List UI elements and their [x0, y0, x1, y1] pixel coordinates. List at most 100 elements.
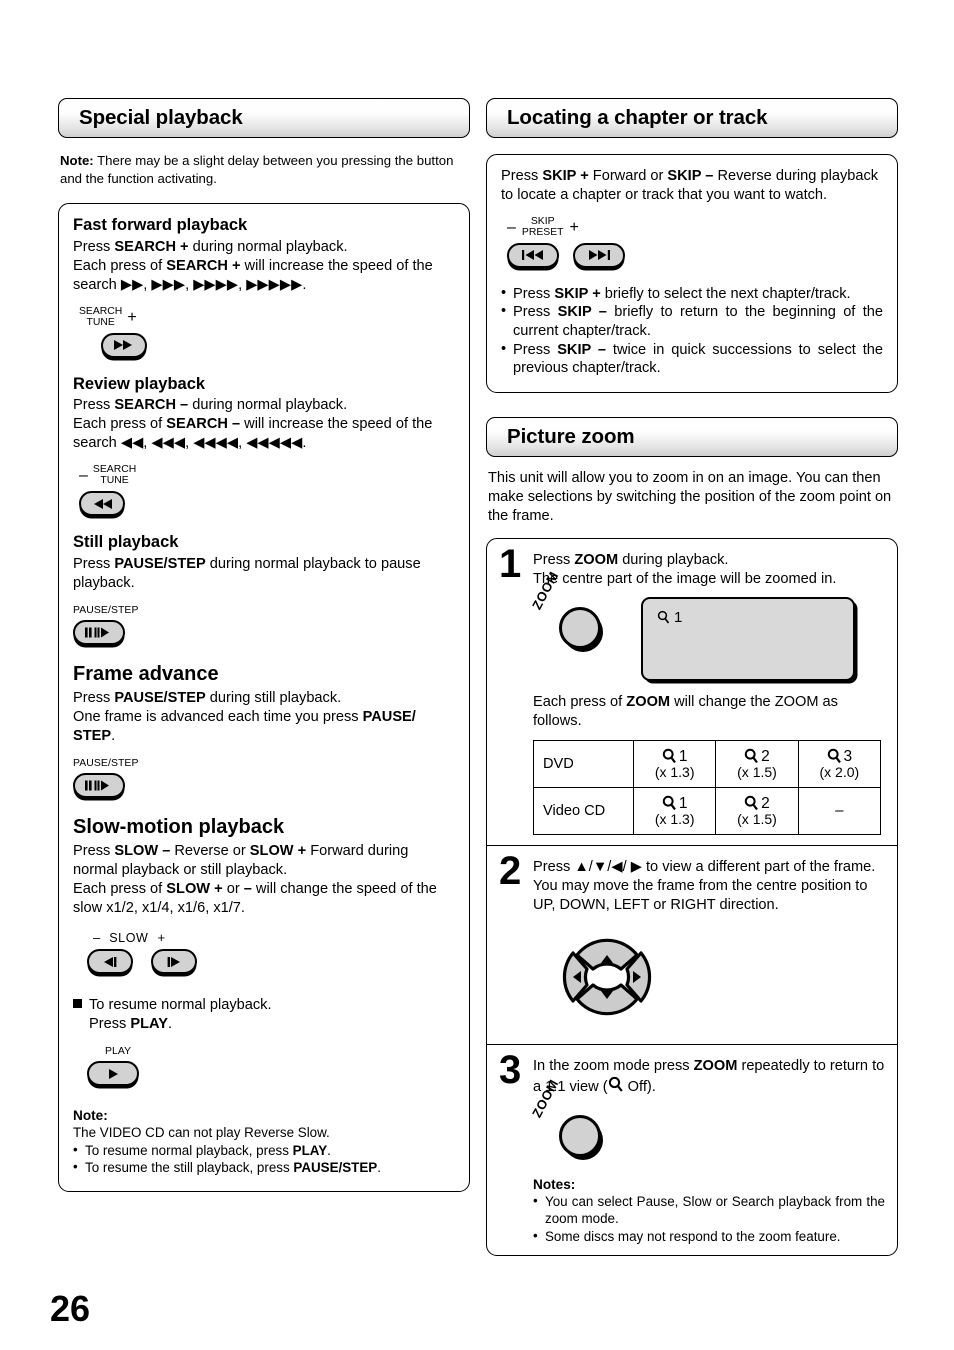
zoom-level-dash: – — [835, 802, 844, 820]
zoom-knob-circle-3[interactable] — [559, 1114, 601, 1157]
sm-l2c: or — [222, 881, 244, 898]
fast-forward-icon — [114, 340, 132, 351]
skip-plus-sign: + — [569, 218, 579, 236]
review-heading: Review playback — [73, 374, 206, 393]
slow-reverse-icon — [104, 956, 117, 967]
slow-buttons-label: – SLOW + — [93, 930, 455, 945]
forward-speed-arrows: ▶▶, ▶▶▶, ▶▶▶▶, ▶▶▶▶▶ — [120, 276, 303, 293]
lc-d: SKIP – — [667, 168, 714, 184]
dpad-up-button[interactable] — [575, 938, 639, 971]
list-item: Press SKIP – briefly to return to the be… — [501, 302, 883, 340]
ff-l1c: during normal playback. — [188, 238, 348, 255]
zoom-level: 2 — [761, 794, 770, 812]
table-row: DVD 1 (x 1.3) 2 (x 1.5) 3 (x 2.0) — [533, 739, 882, 788]
fa-l1b: PAUSE/STEP — [114, 690, 206, 707]
slow-forward-icon — [167, 956, 180, 967]
playback-modes-box: Fast forward playback Press SEARCH + dur… — [58, 203, 470, 1192]
sm-l2d: – — [243, 881, 252, 898]
square-bullet-icon — [73, 999, 82, 1009]
lc-a: Press — [501, 168, 543, 184]
fa-l1a: Press — [73, 690, 115, 707]
zoom-level-indicator: 1 — [657, 609, 682, 626]
ff-l2a: Each press of — [73, 257, 167, 274]
left-column: Special playback Note: There may be a sl… — [58, 98, 470, 1192]
intro-note-text: There may be a slight delay between you … — [60, 153, 454, 186]
search-plus-sign: + — [127, 308, 137, 326]
row-label-dvd: DVD — [533, 739, 634, 788]
direction-pad[interactable] — [551, 925, 663, 1029]
search-minus-button-label: – SEARCH TUNE — [79, 464, 455, 487]
search-minus-button[interactable] — [79, 491, 125, 517]
row-label-videocd: Video CD — [533, 786, 634, 835]
pause-step-label-2: PAUSE/STEP — [73, 758, 139, 770]
ff-l2d: . — [302, 276, 307, 293]
zoom-knob-1[interactable]: ZOOM — [529, 569, 619, 659]
bn0b: PLAY — [292, 1142, 328, 1158]
step-1-number: 1 — [499, 542, 521, 587]
list-item: To resume the still playback, press PAUS… — [73, 1158, 455, 1176]
still-playback-heading: Still playback — [73, 533, 179, 552]
section-title: Special playback — [79, 106, 243, 129]
section-header-picture-zoom: Picture zoom — [486, 417, 898, 458]
ff-l1a: Press — [73, 238, 115, 255]
sm-l1a: Press — [73, 843, 115, 860]
dpad-down-button[interactable] — [575, 983, 639, 1016]
s1c: during playback. — [618, 552, 729, 569]
lc-c: Forward or — [588, 168, 668, 184]
lc-b: SKIP + — [542, 168, 589, 184]
table-cell-empty: – — [797, 786, 882, 835]
bn1c: . — [377, 1160, 381, 1176]
right-column: Locating a chapter or track Press SKIP +… — [486, 98, 898, 1257]
tv-screen-illustration: 1 — [641, 596, 855, 681]
lb1a: Press — [513, 304, 558, 321]
play-button[interactable] — [87, 1061, 139, 1087]
bn0c: . — [327, 1142, 331, 1158]
step-2: 2 Press ▲/▼/◀/ ▶ to view a different par… — [487, 844, 897, 1044]
step-2-text: Press ▲/▼/◀/ ▶ to view a different part … — [533, 858, 885, 915]
slow-plus-sign: + — [157, 930, 166, 946]
bn1a: To resume the still playback, press — [85, 1160, 294, 1176]
picture-zoom-intro: This unit will allow you to zoom in on a… — [488, 470, 892, 525]
list-item: You can select Pause, Slow or Search pla… — [533, 1192, 885, 1228]
zoom-factor-table: DVD 1 (x 1.3) 2 (x 1.5) 3 (x 2.0) Video … — [533, 739, 882, 835]
review-text: Press SEARCH – during normal playback. E… — [73, 396, 455, 453]
skip-plus-button[interactable] — [573, 242, 625, 268]
table-cell: 3 (x 2.0) — [797, 739, 882, 788]
s3a: In the zoom mode press — [533, 1057, 694, 1074]
zoom-factor: (x 1.5) — [737, 811, 777, 828]
page-number: 26 — [50, 1288, 91, 1329]
lb0a: Press — [513, 285, 555, 302]
picture-zoom-notes-list: You can select Pause, Slow or Search pla… — [533, 1192, 885, 1245]
slow-plus-button[interactable] — [151, 949, 197, 975]
zoom-level: 1 — [678, 747, 688, 765]
reverse-speed-arrows: ◀◀, ◀◀◀, ◀◀◀◀, ◀◀◀◀◀ — [120, 435, 303, 452]
rv-l2a: Each press of — [73, 416, 167, 433]
bottom-note-block: Note: The VIDEO CD can not play Reverse … — [73, 1108, 455, 1176]
bottom-note-bullets: To resume normal playback, press PLAY. T… — [73, 1141, 455, 1177]
section-title: Picture zoom — [507, 425, 635, 449]
locating-box: Press SKIP + Forward or SKIP – Reverse d… — [486, 154, 898, 394]
list-item: Some discs may not respond to the zoom f… — [533, 1227, 885, 1245]
s1b: ZOOM — [574, 552, 619, 569]
lb0b: SKIP + — [554, 285, 601, 302]
slow-minus-sign: – — [93, 930, 101, 946]
locating-intro: Press SKIP + Forward or SKIP – Reverse d… — [501, 167, 883, 205]
magnifier-icon — [662, 795, 676, 811]
zoom-factor: (x 1.3) — [654, 811, 695, 828]
skip-minus-button[interactable] — [507, 242, 559, 268]
table-cell: 2 (x 1.5) — [715, 786, 799, 835]
zoom-knob-3[interactable]: ZOOM — [529, 1077, 619, 1167]
pause-step-button-2[interactable] — [73, 773, 125, 799]
search-plus-button[interactable] — [101, 332, 147, 358]
slow-minus-button[interactable] — [87, 949, 133, 975]
s3d: Off). — [623, 1078, 656, 1095]
search-minus-label-bottom: TUNE — [100, 475, 129, 487]
zoom-knob-circle-1[interactable] — [559, 606, 601, 649]
picture-zoom-notes: Notes: You can select Pause, Slow or Sea… — [533, 1177, 885, 1245]
pause-step-button-1[interactable] — [73, 620, 125, 646]
rv-l1c: during normal playback. — [188, 397, 348, 414]
rv-l1b: SEARCH – — [114, 397, 189, 414]
section-header-special-playback: Special playback — [58, 98, 470, 138]
search-label-bottom: TUNE — [86, 316, 115, 328]
magnifier-icon — [744, 748, 759, 764]
